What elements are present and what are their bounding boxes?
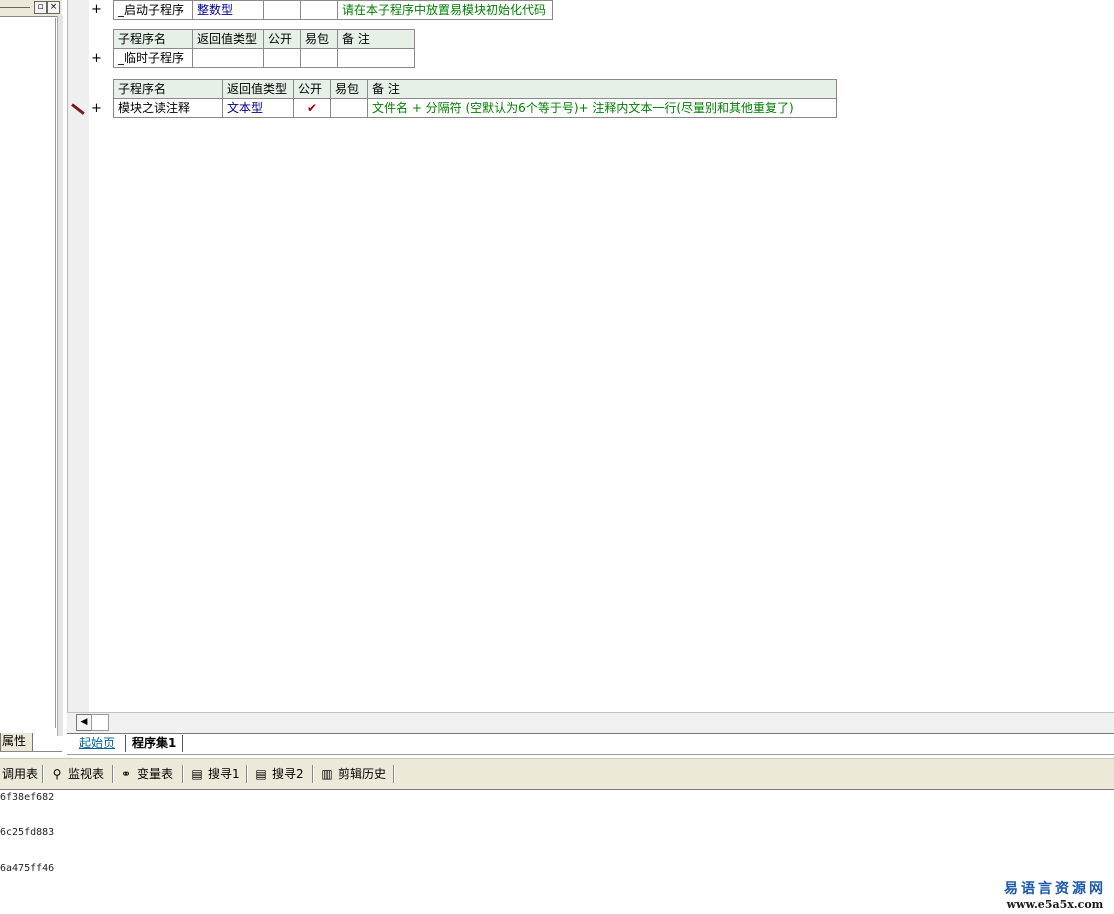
output-panel[interactable]: 6f38ef682 6c25fd883 6a475ff46 (0, 790, 1114, 914)
toolbar-separator (246, 765, 248, 783)
clipboard-icon: ▥ (321, 767, 333, 781)
watermark-title: 易语言资源网 (1004, 881, 1106, 897)
search1-button[interactable]: ▤ 搜寻1 (190, 766, 240, 782)
watch-table-button[interactable]: ⚲ 监视表 (50, 766, 104, 782)
search2-button[interactable]: ▤ 搜寻2 (254, 766, 304, 782)
output-line: 6f38ef682 (0, 792, 55, 803)
restore-icon[interactable]: ▫ (34, 1, 47, 14)
glasses-icon: ⚭ (120, 767, 132, 781)
tab-properties[interactable]: 属性 (0, 733, 33, 752)
easy-pack-flag[interactable] (300, 48, 338, 68)
return-type[interactable] (192, 48, 264, 68)
scroll-left-icon[interactable]: ◀ (76, 714, 92, 731)
output-line: 6a475ff46 (0, 863, 55, 874)
search-document-icon: ▤ (255, 767, 267, 781)
watermark: 易语言资源网 www.e5a5x.com (1004, 878, 1106, 911)
expand-icon[interactable]: + (91, 3, 102, 17)
document-tabs: 起始页 程序集1 (67, 733, 1114, 755)
subroutine-table-temp: 子程序名 返回值类型 公开 易包 备 注 _临时子程序 (113, 29, 415, 68)
header-name: 子程序名 (113, 79, 223, 99)
tab-start-page[interactable]: 起始页 (73, 735, 121, 752)
public-check-icon[interactable]: ✔ (293, 98, 331, 118)
header-return-type: 返回值类型 (192, 29, 264, 49)
left-panel: ▫ × (0, 0, 63, 736)
clip-history-label: 剪辑历史 (338, 767, 387, 781)
table-header: 子程序名 返回值类型 公开 易包 备 注 (113, 79, 837, 99)
header-note: 备 注 (337, 29, 415, 49)
variable-table-label: 变量表 (137, 767, 174, 781)
table-row[interactable]: 模块之读注释 文本型 ✔ 文件名 + 分隔符 (空默认为6个等于号)+ 注释内文… (113, 98, 837, 118)
left-panel-splitter[interactable] (57, 16, 63, 736)
subroutine-table-startup: _启动子程序 整数型 请在本子程序中放置易模块初始化代码 (113, 0, 553, 20)
easy-pack-flag[interactable] (330, 98, 368, 118)
header-return-type: 返回值类型 (222, 79, 294, 99)
public-flag[interactable] (263, 0, 301, 20)
search-document-icon: ▤ (191, 767, 203, 781)
toolbar-separator (393, 765, 395, 783)
subroutine-name[interactable]: 模块之读注释 (113, 98, 223, 118)
subroutine-table-read-comment: 子程序名 返回值类型 公开 易包 备 注 模块之读注释 文本型 ✔ 文件名 + … (113, 79, 837, 118)
header-easy-pack: 易包 (300, 29, 338, 49)
note-cell[interactable] (337, 48, 415, 68)
public-flag[interactable] (263, 48, 301, 68)
close-icon[interactable]: × (47, 1, 60, 14)
tab-program-set[interactable]: 程序集1 (125, 735, 184, 752)
toolbar-separator (312, 765, 314, 783)
output-line: 6c25fd883 (0, 827, 55, 838)
note-cell[interactable]: 文件名 + 分隔符 (空默认为6个等于号)+ 注释内文本一行(尽量别和其他重复了… (367, 98, 837, 118)
note-cell[interactable]: 请在本子程序中放置易模块初始化代码 (337, 0, 553, 20)
return-type[interactable]: 文本型 (222, 98, 294, 118)
left-divider (0, 751, 62, 752)
bottom-toolbar: 调用表 ⚲ 监视表 ⚭ 变量表 ▤ 搜寻1 ▤ 搜寻2 ▥ 剪辑历史 (0, 758, 1114, 790)
search1-label: 搜寻1 (208, 767, 240, 781)
titlebar-line (0, 7, 30, 8)
scroll-thumb[interactable] (91, 714, 109, 731)
table-row[interactable]: _临时子程序 (113, 48, 415, 68)
clip-history-button[interactable]: ▥ 剪辑历史 (320, 766, 386, 782)
subroutine-name[interactable]: _临时子程序 (113, 48, 193, 68)
header-name: 子程序名 (113, 29, 193, 49)
return-type[interactable]: 整数型 (192, 0, 264, 20)
header-easy-pack: 易包 (330, 79, 368, 99)
left-panel-titlebar: ▫ × (0, 0, 62, 17)
watch-table-label: 监视表 (68, 767, 105, 781)
horizontal-scrollbar[interactable]: ◀ (67, 712, 1114, 733)
search2-label: 搜寻2 (272, 767, 304, 781)
toolbar-separator (182, 765, 184, 783)
easy-pack-flag[interactable] (300, 0, 338, 20)
expand-icon[interactable]: + (91, 102, 102, 116)
toolbar-separator (42, 765, 44, 783)
table-header: 子程序名 返回值类型 公开 易包 备 注 (113, 29, 415, 49)
expand-icon[interactable]: + (91, 52, 102, 66)
header-public: 公开 (263, 29, 301, 49)
magnifier-icon: ⚲ (52, 767, 62, 781)
header-note: 备 注 (367, 79, 837, 99)
watermark-url: www.e5a5x.com (1006, 898, 1104, 911)
subroutine-name[interactable]: _启动子程序 (113, 0, 193, 20)
header-public: 公开 (293, 79, 331, 99)
properties-panel (0, 18, 56, 728)
call-table-label: 调用表 (2, 767, 39, 781)
table-row[interactable]: _启动子程序 整数型 请在本子程序中放置易模块初始化代码 (113, 0, 553, 20)
variable-table-button[interactable]: ⚭ 变量表 (119, 766, 173, 782)
call-table-button[interactable]: 调用表 (2, 766, 38, 782)
toolbar-separator (112, 765, 114, 783)
